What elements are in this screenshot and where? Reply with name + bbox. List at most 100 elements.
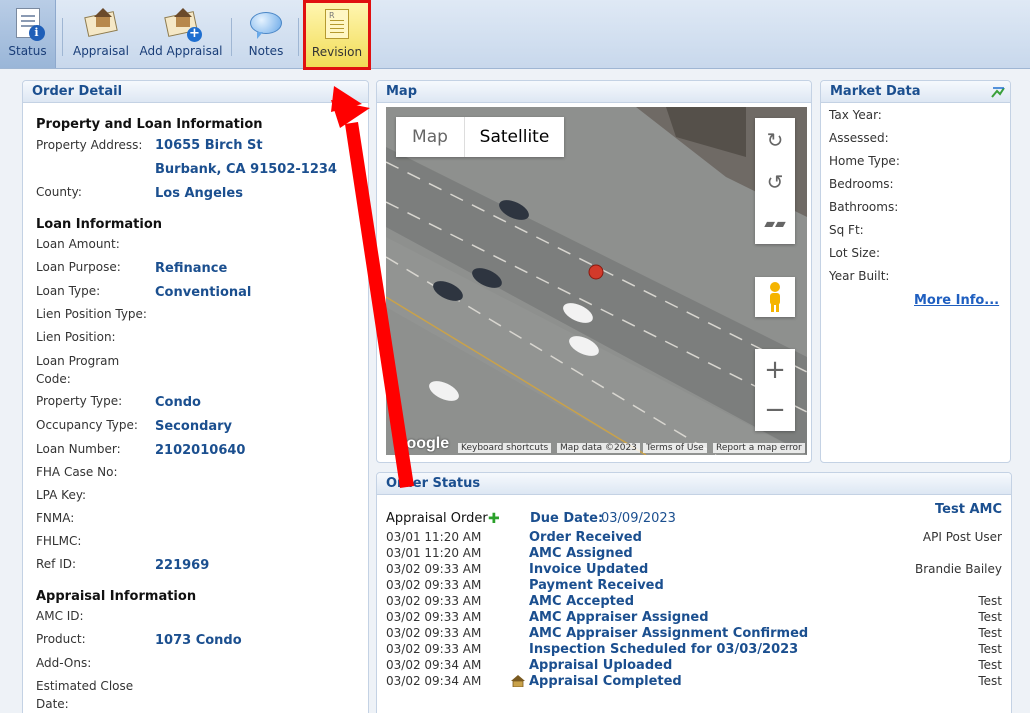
event-time: 03/02 09:33 AM: [386, 610, 482, 624]
zoom-in-icon[interactable]: +: [755, 350, 795, 390]
occupancy-label: Occupancy Type:: [36, 418, 138, 432]
company-name: Test AMC: [935, 502, 1002, 517]
zoom-out-icon[interactable]: −: [755, 390, 795, 430]
event-time: 03/02 09:33 AM: [386, 642, 482, 656]
map-type-toggle: Map Satellite: [396, 117, 564, 157]
more-info-link[interactable]: More Info...: [914, 293, 999, 308]
loan-purpose-label: Loan Purpose:: [36, 260, 121, 274]
event-name[interactable]: Invoice Updated: [529, 562, 648, 577]
revision-button[interactable]: R Revision: [303, 0, 371, 70]
notes-bubble-icon: [250, 12, 282, 39]
event-time: 03/02 09:34 AM: [386, 674, 482, 688]
add-appraisal-label: Add Appraisal: [139, 44, 223, 58]
due-date-label: Due Date:: [530, 511, 604, 526]
bathrooms-label: Bathrooms:: [829, 200, 899, 214]
order-detail-title: Order Detail: [23, 81, 368, 103]
loan-number-value: 2102010640: [155, 443, 246, 458]
satellite-view-button[interactable]: Satellite: [464, 117, 564, 157]
home-type-label: Home Type:: [829, 154, 900, 168]
county-value: Los Angeles: [155, 186, 243, 201]
rotate-counterclockwise-icon[interactable]: ↺: [755, 162, 795, 202]
event-name[interactable]: Inspection Scheduled for 03/03/2023: [529, 642, 798, 657]
event-name[interactable]: Order Received: [529, 530, 642, 545]
pegman-icon[interactable]: [755, 277, 795, 317]
event-time: 03/01 11:20 AM: [386, 546, 482, 560]
sqft-label: Sq Ft:: [829, 223, 864, 237]
status-button[interactable]: i Status: [0, 0, 56, 68]
appraisal-house-icon: [84, 8, 118, 38]
appraisal-house-icon[interactable]: [511, 675, 525, 687]
event-user: Test: [978, 642, 1002, 656]
property-type-value: Condo: [155, 395, 201, 410]
refresh-chart-icon[interactable]: [990, 85, 1006, 99]
event-user: Test: [978, 658, 1002, 672]
notes-label: Notes: [248, 44, 284, 58]
toolbar-divider: [298, 18, 299, 56]
occupancy-value: Secondary: [155, 419, 233, 434]
loan-program-label-1: Loan Program: [36, 354, 120, 368]
address-line2: Burbank, CA 91502-1234: [155, 162, 337, 177]
loan-amount-label: Loan Amount:: [36, 237, 120, 251]
notes-button[interactable]: Notes: [240, 0, 292, 68]
event-user: API Post User: [922, 530, 1002, 544]
add-order-plus-icon[interactable]: ✚: [488, 511, 500, 527]
close-date-label-1: Estimated Close: [36, 679, 134, 693]
map-footer: Google Keyboard shortcuts Map data ©2023…: [386, 435, 807, 455]
event-name[interactable]: AMC Appraiser Assignment Confirmed: [529, 626, 808, 641]
addons-label: Add-Ons:: [36, 656, 92, 670]
loan-number-label: Loan Number:: [36, 442, 121, 456]
county-label: County:: [36, 185, 82, 199]
lpa-label: LPA Key:: [36, 488, 87, 502]
year-built-label: Year Built:: [829, 269, 890, 283]
event-name[interactable]: AMC Accepted: [529, 594, 634, 609]
address-line1: 10655 Birch St: [155, 138, 263, 153]
add-appraisal-button[interactable]: + Add Appraisal: [138, 0, 224, 68]
bedrooms-label: Bedrooms:: [829, 177, 894, 191]
report-error-link[interactable]: Report a map error: [713, 443, 805, 453]
event-name[interactable]: AMC Appraiser Assigned: [529, 610, 709, 625]
ref-id-label: Ref ID:: [36, 557, 77, 571]
satellite-imagery: [386, 107, 807, 455]
tilt-view-icon[interactable]: ▰▰: [755, 204, 795, 244]
fhlmc-label: FHLMC:: [36, 534, 82, 548]
status-label: Status: [8, 44, 47, 58]
event-time: 03/02 09:34 AM: [386, 658, 482, 672]
satellite-map[interactable]: Map Satellite ↻ ↺ ▰▰ + − Google Keyboard…: [386, 107, 807, 455]
event-time: 03/02 09:33 AM: [386, 578, 482, 592]
loan-type-value: Conventional: [155, 285, 252, 300]
fnma-label: FNMA:: [36, 511, 75, 525]
google-logo: Google: [394, 435, 450, 452]
event-time: 03/01 11:20 AM: [386, 530, 482, 544]
event-user: Brandie Bailey: [914, 562, 1002, 576]
loan-type-label: Loan Type:: [36, 284, 101, 298]
due-date-value: 03/09/2023: [601, 511, 676, 526]
loan-purpose-value: Refinance: [155, 261, 228, 276]
terms-link[interactable]: Terms of Use: [643, 443, 707, 453]
event-name[interactable]: Appraisal Completed: [529, 674, 682, 689]
lot-size-label: Lot Size:: [829, 246, 881, 260]
revision-document-icon: R: [325, 9, 349, 39]
loan-program-label-2: Code:: [36, 372, 71, 386]
keyboard-shortcuts-link[interactable]: Keyboard shortcuts: [458, 443, 552, 453]
assessed-label: Assessed:: [829, 131, 889, 145]
map-title: Map: [377, 81, 811, 103]
property-type-label: Property Type:: [36, 394, 123, 408]
event-user: Test: [978, 626, 1002, 640]
property-section-heading: Property and Loan Information: [36, 117, 263, 132]
lien-type-label: Lien Position Type:: [36, 307, 147, 321]
rotate-clockwise-icon[interactable]: ↻: [755, 120, 795, 160]
toolbar-divider: [231, 18, 232, 56]
zoom-controls: + −: [755, 349, 795, 431]
map-rotate-controls: ↻ ↺ ▰▰: [755, 118, 795, 244]
event-name[interactable]: Appraisal Uploaded: [529, 658, 672, 673]
event-name[interactable]: AMC Assigned: [529, 546, 633, 561]
event-time: 03/02 09:33 AM: [386, 626, 482, 640]
map-view-button[interactable]: Map: [396, 117, 464, 157]
event-user: Test: [978, 594, 1002, 608]
amc-id-label: AMC ID:: [36, 609, 84, 623]
toolbar-divider: [62, 18, 63, 56]
appraisal-button[interactable]: Appraisal: [70, 0, 132, 68]
event-name[interactable]: Payment Received: [529, 578, 664, 593]
event-user: Test: [978, 610, 1002, 624]
tax-year-label: Tax Year:: [829, 108, 882, 122]
